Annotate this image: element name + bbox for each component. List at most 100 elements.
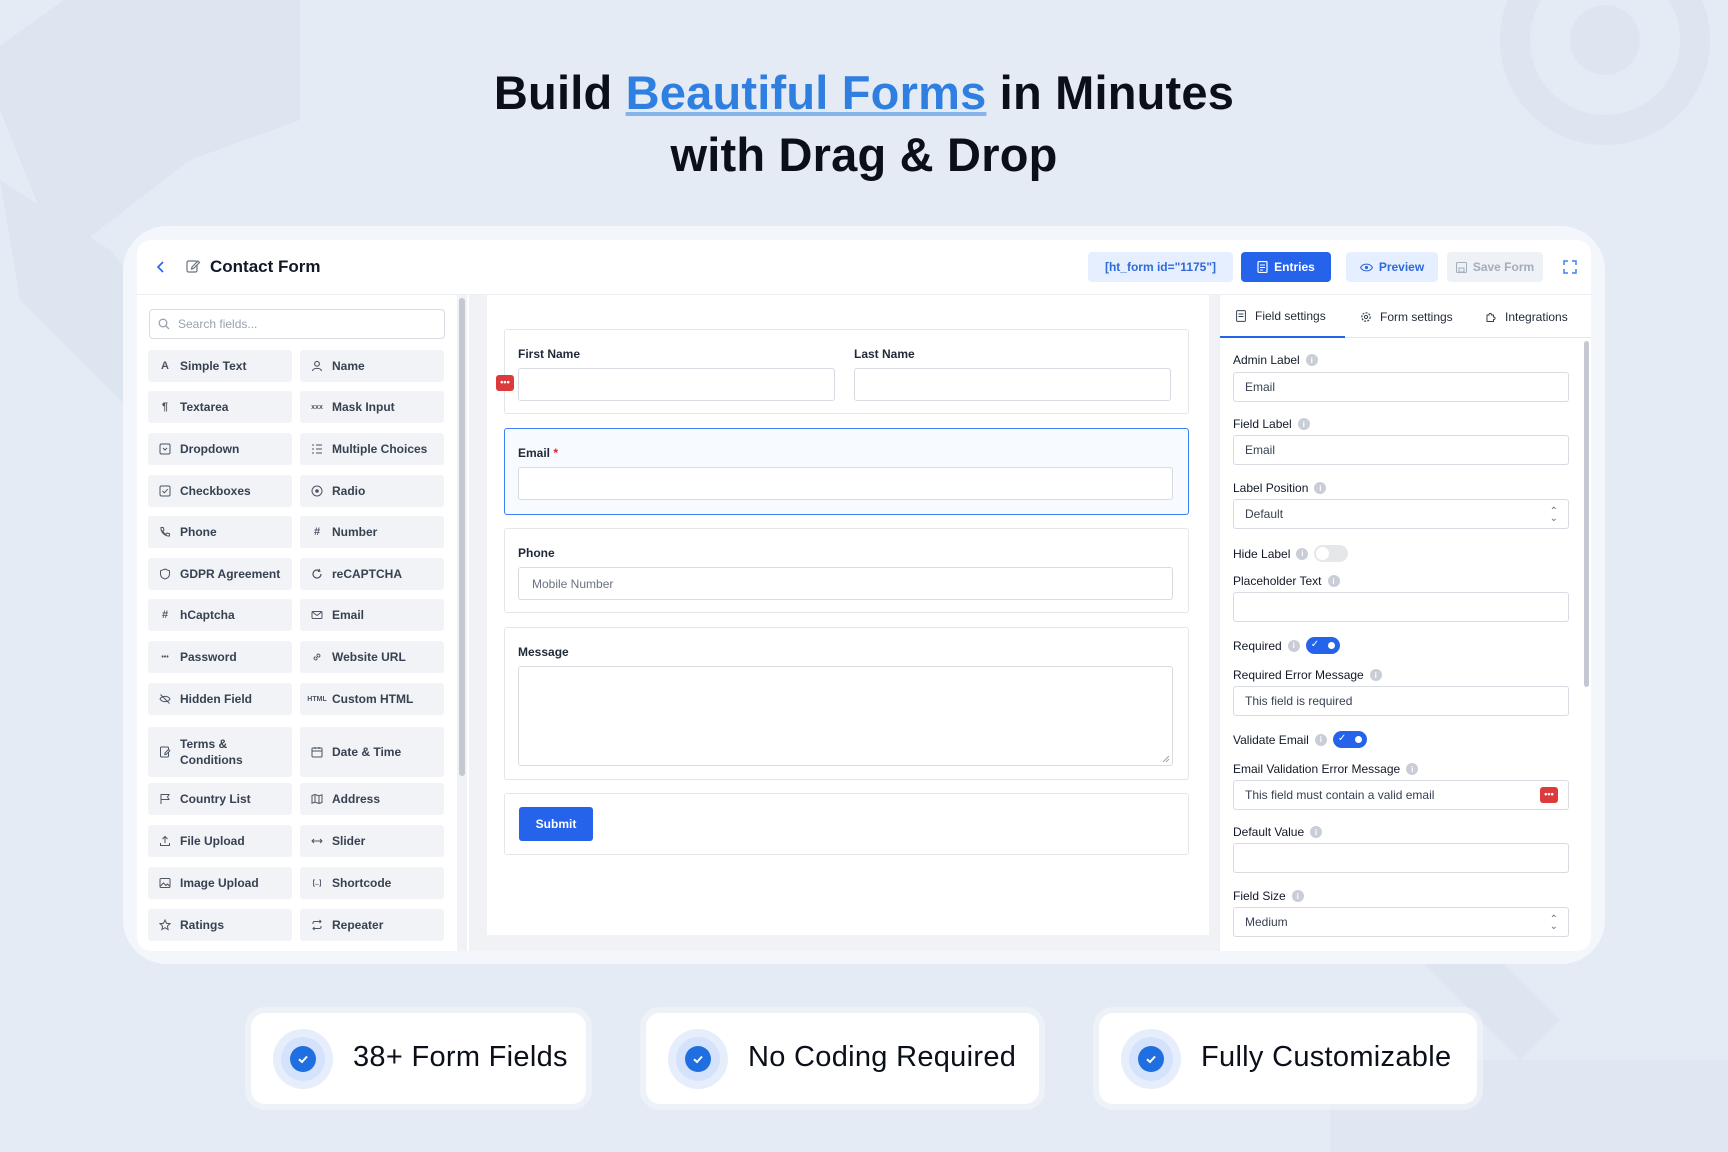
field-item-name[interactable]: Name xyxy=(300,350,444,382)
phone-row[interactable]: Phone Mobile Number xyxy=(504,528,1189,613)
field-item-multiple-choices[interactable]: Multiple Choices xyxy=(300,433,444,465)
phone-label: Phone xyxy=(518,546,555,560)
feature-pill: 38+ Form Fields xyxy=(251,1013,586,1104)
hcaptcha-icon: # xyxy=(161,609,169,621)
field-item-date-and-time[interactable]: Date & Time xyxy=(300,727,444,777)
field-item-recaptcha[interactable]: reCAPTCHA xyxy=(300,558,444,590)
palette-scrollbar[interactable] xyxy=(459,298,465,776)
feature-pill: No Coding Required xyxy=(646,1013,1039,1104)
field-item-simple-text[interactable]: A Simple Text xyxy=(148,350,292,382)
field-item-label: Terms & Conditions xyxy=(180,737,243,767)
label-position-select[interactable]: Default ⌃ ⌄ xyxy=(1233,499,1569,529)
field-item-label: Number xyxy=(332,525,378,539)
field-item-phone[interactable]: Phone xyxy=(148,516,292,548)
field-item-country-list[interactable]: Country List xyxy=(148,783,292,815)
field-menu-icon[interactable]: ••• xyxy=(1540,787,1558,803)
email-input[interactable] xyxy=(518,467,1173,500)
default-value-input[interactable] xyxy=(1233,843,1569,873)
field-item-custom-html[interactable]: HTML Custom HTML xyxy=(300,683,444,715)
check-icon xyxy=(290,1046,316,1072)
name-row[interactable]: First Name Last Name xyxy=(504,329,1189,414)
field-item-label: reCAPTCHA xyxy=(332,567,403,581)
email-error-input[interactable]: This field must contain a valid email ••• xyxy=(1233,780,1569,810)
field-item-ratings[interactable]: Ratings xyxy=(148,909,292,941)
edit-icon[interactable] xyxy=(185,258,201,274)
save-icon xyxy=(1455,261,1467,273)
field-item-textarea[interactable]: ¶ Textarea xyxy=(148,391,292,423)
select-value: Medium xyxy=(1245,915,1288,929)
field-item-image-upload[interactable]: Image Upload xyxy=(148,867,292,899)
field-item-slider[interactable]: Slider xyxy=(300,825,444,857)
label-text: Hide Label xyxy=(1233,546,1291,561)
tab-label: Field settings xyxy=(1255,308,1326,323)
validate-email-toggle[interactable]: ✓ xyxy=(1332,731,1367,748)
search-field[interactable] xyxy=(149,309,445,339)
search-input[interactable] xyxy=(178,317,428,331)
shortcode-chip[interactable]: [ht_form id="1175"] xyxy=(1088,252,1233,282)
input-value: This field must contain a valid email xyxy=(1245,788,1435,802)
tab-field-settings[interactable]: Field settings xyxy=(1220,295,1345,338)
field-item-mask-input[interactable]: xxx Mask Input xyxy=(300,391,444,423)
entries-button[interactable]: Entries xyxy=(1241,252,1331,282)
tab-label: Form settings xyxy=(1380,309,1453,324)
message-row[interactable]: Message xyxy=(504,627,1189,780)
field-item-hidden-field[interactable]: Hidden Field xyxy=(148,683,292,715)
hide-label-label: Hide Label i xyxy=(1233,545,1349,562)
save-form-button[interactable]: Save Form xyxy=(1447,252,1543,282)
field-item-email[interactable]: Email xyxy=(300,599,444,631)
last-name-input[interactable] xyxy=(854,368,1171,401)
puzzle-icon xyxy=(1484,310,1497,323)
label-text: Required xyxy=(1233,638,1282,653)
required-toggle[interactable]: ✓ xyxy=(1305,637,1340,654)
default-value-label: Default Value i xyxy=(1233,825,1323,839)
fullscreen-icon[interactable] xyxy=(1561,258,1579,276)
field-item-shortcode[interactable]: [..] Shortcode xyxy=(300,867,444,899)
label-text: Required Error Message xyxy=(1233,668,1364,682)
admin-label-input[interactable]: Email xyxy=(1233,372,1569,402)
field-size-select[interactable]: Medium ⌃ ⌄ xyxy=(1233,907,1569,937)
check-icon xyxy=(158,484,172,498)
submit-button[interactable]: Submit xyxy=(519,807,593,841)
textarea-icon: ¶ xyxy=(161,401,169,413)
field-item-website-url[interactable]: Website URL xyxy=(300,641,444,673)
required-error-input[interactable]: This field is required xyxy=(1233,686,1569,716)
field-item-label: hCaptcha xyxy=(180,608,235,622)
drag-handle[interactable]: ••• xyxy=(496,375,514,391)
settings-scrollbar[interactable] xyxy=(1584,341,1589,687)
back-icon[interactable] xyxy=(151,257,171,277)
field-item-address[interactable]: Address xyxy=(300,783,444,815)
message-textarea[interactable] xyxy=(518,666,1173,766)
field-item-file-upload[interactable]: File Upload xyxy=(148,825,292,857)
field-item-label: Name xyxy=(332,359,365,373)
label-text: Default Value xyxy=(1233,825,1305,839)
hero-subline: with Drag & Drop xyxy=(670,128,1058,181)
field-item-terms-and-conditions[interactable]: Terms & Conditions xyxy=(148,727,292,777)
field-item-number[interactable]: # Number xyxy=(300,516,444,548)
field-item-gdpr-agreement[interactable]: GDPR Agreement xyxy=(148,558,292,590)
resize-grip-icon xyxy=(1162,755,1170,763)
field-item-dropdown[interactable]: Dropdown xyxy=(148,433,292,465)
required-label: Required i ✓ xyxy=(1233,637,1340,654)
field-label-label: Field Label i xyxy=(1233,417,1310,431)
field-item-label: Multiple Choices xyxy=(332,442,428,456)
tab-integrations[interactable]: Integrations xyxy=(1484,295,1568,338)
field-label-input[interactable]: Email xyxy=(1233,435,1569,465)
preview-button[interactable]: Preview xyxy=(1346,252,1438,282)
field-item-hcaptcha[interactable]: # hCaptcha xyxy=(148,599,292,631)
field-item-checkboxes[interactable]: Checkboxes xyxy=(148,475,292,507)
doc-icon xyxy=(158,745,172,759)
upload-icon xyxy=(158,834,172,848)
placeholder-text-input[interactable] xyxy=(1233,592,1569,622)
hide-label-toggle[interactable] xyxy=(1314,545,1349,562)
field-item-radio[interactable]: Radio xyxy=(300,475,444,507)
tab-form-settings[interactable]: Form settings xyxy=(1359,295,1453,338)
feature-text: No Coding Required xyxy=(748,1041,1017,1073)
email-row[interactable]: Email * xyxy=(504,428,1189,515)
field-item-password[interactable]: ••• Password xyxy=(148,641,292,673)
label-text: Label Position xyxy=(1233,481,1309,495)
field-item-label: Repeater xyxy=(332,918,384,932)
star-icon xyxy=(158,918,172,932)
phone-input[interactable]: Mobile Number xyxy=(518,567,1173,600)
field-item-repeater[interactable]: Repeater xyxy=(300,909,444,941)
first-name-input[interactable] xyxy=(518,368,835,401)
